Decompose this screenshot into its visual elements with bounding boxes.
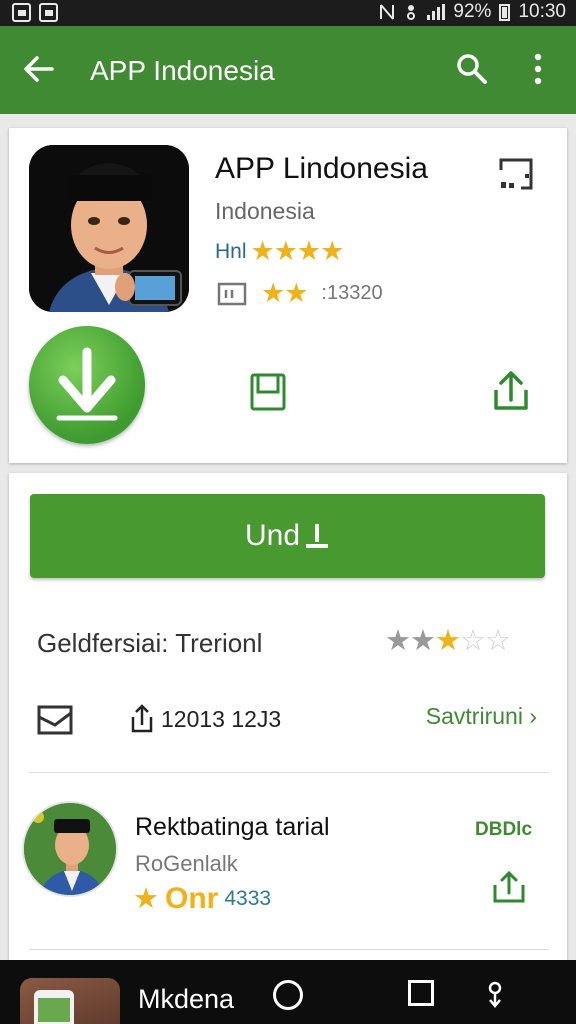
reviewer-avatar[interactable] [22,801,118,897]
review-rating-number: 4333 [224,886,272,910]
vibrate-icon [407,5,416,20]
rating-stars: ★★★★ [250,236,345,266]
thumbnail-image [34,990,74,1024]
install-button[interactable]: Und [30,494,545,578]
battery-percent: 92% [453,1,492,22]
app-developer: Indonesia [215,198,315,224]
search-icon[interactable] [455,52,489,86]
review-count: :13320 [321,282,383,304]
review-rating: ★ Onr 4333 [133,881,271,916]
info-row: 12013 12J3 Savtriruni › [37,701,547,741]
app-icon-illustration [29,145,189,312]
status-bar: 92% 10:30 [0,0,576,26]
review-count-row: ★★ :13320 [217,278,383,309]
app-header-card: APP Lindonesia Indonesia Hnl ★★★★ ★★ :13… [9,128,567,463]
battery-icon [499,3,511,21]
review-share-icon[interactable] [489,867,529,907]
star-icon: ★ [133,883,159,915]
see-more-link[interactable]: Savtriruni › [426,703,537,730]
install-label: Und [244,519,301,552]
app-title: APP Lindonesia [215,152,428,185]
reviewer-illustration [24,803,116,895]
calendar-icon [217,282,247,305]
arrow-left-icon[interactable] [22,52,56,86]
app-bar-title: APP Indonesia [90,55,275,86]
status-time: 10:30 [518,1,566,22]
details-card: Und Geldfersiai: Trerionl ★★★☆☆ 12013 12… [9,473,567,973]
signal-icon [427,4,446,20]
review-rating-text: Onr [165,881,219,915]
more-vert-icon[interactable] [528,52,548,86]
cast-icon[interactable] [497,156,535,192]
save-icon[interactable] [249,372,287,412]
download-count: 12013 12J3 [129,703,281,735]
divider [29,772,549,773]
download-count-text: 12013 12J3 [161,705,282,732]
share-icon[interactable] [488,368,534,414]
upload-count-icon [131,704,153,733]
review-title: Rektbatinga tarial [135,813,330,841]
app-notification-icon [39,3,58,22]
review-stars: ★★ [261,278,308,308]
category-rating-stars: ★★★☆☆ [385,625,511,657]
nav-back-icon[interactable] [484,980,506,1010]
divider [29,949,549,950]
nav-label: Mkdena [138,984,235,1014]
gallery-notification-icon [12,3,31,22]
review-subtitle: RoGenlalk [135,851,238,876]
app-icon [29,145,189,312]
download-circle-button[interactable] [29,326,145,444]
rating-row: Hnl ★★★★ [215,236,345,267]
mail-icon[interactable] [37,705,73,735]
app-bar: APP Indonesia [0,26,576,114]
see-more-label: Savtriruni [425,703,523,729]
navigation-bar: Mkdena [0,960,576,1024]
install-arrow-icon [306,524,329,548]
rating-label: Hnl [215,239,247,263]
category-text: Geldfersiai: Trerionl [37,628,263,658]
mute-icon [380,4,395,20]
recents-button-icon[interactable] [408,980,434,1006]
recent-app-thumbnail[interactable] [20,978,120,1024]
review-badge: DBDlc [475,819,533,840]
notification-icons [12,3,58,22]
chevron-right-icon: › [529,703,537,729]
status-right: 92% 10:30 [379,1,566,23]
home-button-icon[interactable] [273,980,303,1010]
download-arrow-icon [56,347,118,421]
